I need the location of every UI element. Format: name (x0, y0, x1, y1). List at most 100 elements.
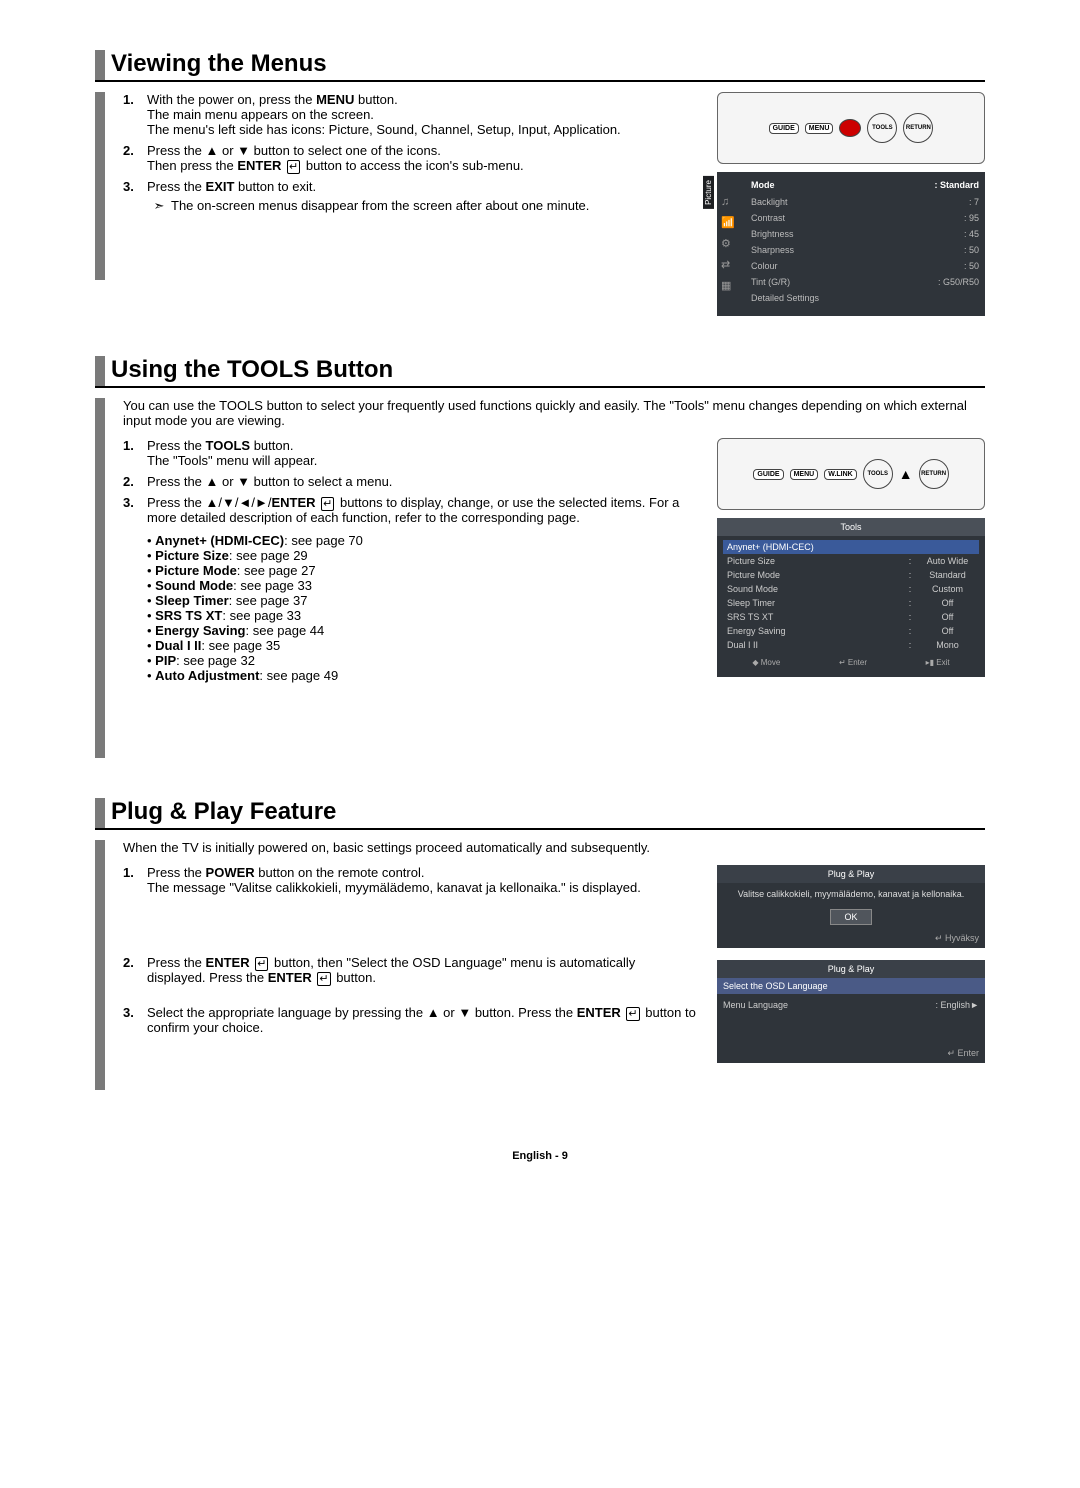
osd-picture-tab: Picture (703, 176, 714, 209)
osd-value: 95 (964, 213, 979, 223)
enter-icon (624, 1005, 641, 1020)
osd-value: 45 (964, 229, 979, 239)
section-side-accent (95, 92, 105, 280)
osd-value: Off (920, 612, 975, 622)
step-number: 1. (123, 92, 147, 137)
step-number: 2. (123, 143, 147, 173)
osd-row: Tint (G/R)G50/R50 (723, 274, 979, 290)
osd-label: Picture Size (727, 556, 900, 566)
osd-value: Mono (920, 640, 975, 650)
setup-icon: ⚙ (721, 237, 735, 250)
page-footer: English - 9 (95, 1150, 985, 1162)
step-number: 2. (123, 955, 147, 985)
osd-value: Off (920, 598, 975, 608)
remote-menu-button: MENU (790, 469, 819, 480)
osd-value: Standard (920, 570, 975, 580)
step-text: Press the TOOLS button.The "Tools" menu … (147, 438, 697, 468)
osd-row: SRS TS XT:Off (723, 610, 979, 624)
osd-message: Valitse calikkokieli, myymälädemo, kanav… (717, 883, 985, 905)
channel-icon: 📶 (721, 216, 735, 229)
step-number: 3. (123, 179, 147, 214)
osd-label: Detailed Settings (751, 293, 979, 303)
heading-bar: Plug & Play Feature (95, 798, 985, 830)
section-tools-button: Using the TOOLS Button You can use the T… (95, 356, 985, 758)
step-text: With the power on, press the MENU button… (147, 92, 697, 137)
tool-items-list: Anynet+ (HDMI-CEC): see page 70Picture S… (147, 533, 697, 683)
osd-mode-row: Mode Standard (723, 180, 979, 190)
osd-row: Contrast95 (723, 210, 979, 226)
intro-text: When the TV is initially powered on, bas… (123, 840, 985, 855)
input-icon: ⇄ (721, 258, 735, 271)
osd-title: Plug & Play (717, 960, 985, 978)
remote-return-button: RETURN (919, 459, 949, 489)
osd-subtitle: Select the OSD Language (717, 978, 985, 994)
osd-footer: ◆ Move ↵ Enter ▸▮ Exit (723, 652, 979, 667)
section-side-accent (95, 840, 105, 1090)
application-icon: ▦ (721, 279, 735, 292)
step-text: Press the POWER button on the remote con… (147, 865, 697, 895)
osd-title: Plug & Play (717, 865, 985, 883)
osd-plugplay-1: Plug & Play Valitse calikkokieli, myymäl… (717, 865, 985, 948)
tool-item: Dual I II: see page 35 (147, 638, 697, 653)
footer-move: ◆ Move (752, 658, 780, 667)
remote-illustration: GUIDE MENU W.LINK TOOLS ▲ RETURN (717, 438, 985, 510)
osd-label: Contrast (751, 213, 964, 223)
ok-button: OK (830, 909, 872, 925)
right-arrow-icon: ► (970, 1000, 979, 1010)
heading-bar: Using the TOOLS Button (95, 356, 985, 388)
osd-value: G50/R50 (938, 277, 979, 287)
osd-sidebar-icons: ♫ 📶 ⚙ ⇄ ▦ (721, 196, 735, 292)
osd-row: Detailed Settings (723, 290, 979, 306)
enter-icon (315, 970, 332, 985)
heading-accent (95, 356, 105, 386)
heading-accent (95, 798, 105, 828)
lang-label: Menu Language (723, 1000, 936, 1010)
osd-value: Off (920, 626, 975, 636)
enter-icon (285, 158, 302, 173)
osd-label: Sleep Timer (727, 598, 900, 608)
remote-guide-button: GUIDE (769, 123, 799, 134)
footer-enter: ↵ Enter (839, 658, 867, 667)
osd-row: Picture Mode:Standard (723, 568, 979, 582)
remote-tools-button: TOOLS (867, 113, 897, 143)
remote-power-icon (839, 119, 861, 137)
step-text: Press the EXIT button to exit. ➣The on-s… (147, 179, 697, 214)
osd-tools-title: Tools (717, 518, 985, 536)
step-number: 1. (123, 438, 147, 468)
tool-item: Anynet+ (HDMI-CEC): see page 70 (147, 533, 697, 548)
osd-label: Energy Saving (727, 626, 900, 636)
step-text: Press the ENTER button, then "Select the… (147, 955, 697, 985)
sound-icon: ♫ (721, 196, 735, 208)
osd-label: Picture Mode (727, 570, 900, 580)
remote-wlink-button: W.LINK (824, 469, 857, 480)
footer-exit: ▸▮ Exit (926, 658, 950, 667)
section-viewing-menus: Viewing the Menus 1. With the power on, … (95, 50, 985, 316)
osd-row: Backlight7 (723, 194, 979, 210)
osd-value: 7 (969, 197, 979, 207)
section-plug-play: Plug & Play Feature When the TV is initi… (95, 798, 985, 1090)
enter-icon (319, 495, 336, 510)
osd-picture-menu: Picture ♫ 📶 ⚙ ⇄ ▦ Mode Standard Backligh… (717, 172, 985, 316)
osd-tools-highlight: Anynet+ (HDMI-CEC) (723, 540, 979, 554)
osd-plugplay-2: Plug & Play Select the OSD Language Menu… (717, 960, 985, 1063)
tool-item: Picture Size: see page 29 (147, 548, 697, 563)
step-number: 3. (123, 1005, 147, 1035)
remote-menu-button: MENU (805, 123, 834, 134)
remote-tools-button: TOOLS (863, 459, 893, 489)
heading-bar: Viewing the Menus (95, 50, 985, 82)
tool-item: SRS TS XT: see page 33 (147, 608, 697, 623)
step-number: 1. (123, 865, 147, 895)
tool-item: Picture Mode: see page 27 (147, 563, 697, 578)
heading-accent (95, 50, 105, 80)
osd-label: Sharpness (751, 245, 964, 255)
step-number: 2. (123, 474, 147, 489)
osd-row: Sharpness50 (723, 242, 979, 258)
section-side-accent (95, 398, 105, 758)
section-title: Viewing the Menus (111, 50, 985, 78)
step-number: 3. (123, 495, 147, 683)
osd-label: SRS TS XT (727, 612, 900, 622)
step-list: 1. With the power on, press the MENU but… (123, 92, 697, 214)
osd-row: Energy Saving:Off (723, 624, 979, 638)
osd-footer: ↵ Hyväksy (717, 931, 985, 948)
note-text: The on-screen menus disappear from the s… (171, 198, 589, 214)
